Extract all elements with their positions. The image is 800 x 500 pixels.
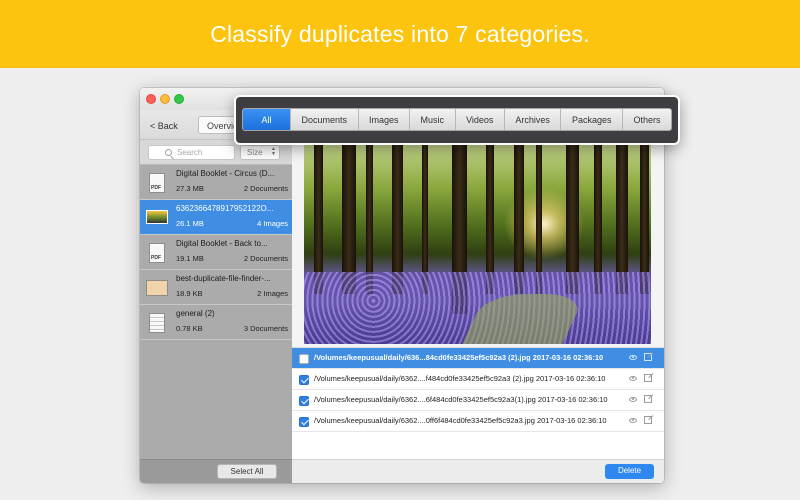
category-segmented-control: All Documents Images Music Videos Archiv… — [242, 108, 672, 131]
search-field[interactable] — [148, 145, 235, 160]
row-checkbox[interactable] — [299, 396, 309, 406]
list-item[interactable]: 6362366478917952122O... 26.1 MB 4 Images — [140, 200, 292, 235]
sort-select-label: Size — [247, 148, 263, 157]
list-item[interactable]: Digital Booklet - Back to... 19.1 MB 2 D… — [140, 235, 292, 270]
preview-area — [292, 110, 664, 348]
open-external-icon[interactable] — [644, 374, 652, 382]
tab-documents[interactable]: Documents — [291, 109, 359, 130]
table-row[interactable]: /Volumes/keepusual/daily/6362....0ff6f48… — [292, 411, 664, 432]
item-size: 19.1 MB — [176, 254, 204, 263]
sidebar-footer: Select All — [140, 459, 292, 483]
open-external-icon[interactable] — [644, 395, 652, 403]
tab-images[interactable]: Images — [359, 109, 411, 130]
image-preview — [304, 144, 651, 344]
action-footer: Delete — [292, 459, 664, 483]
duplicate-file-list: /Volumes/keepusual/daily/636...84cd0fe33… — [292, 348, 664, 432]
file-path: /Volumes/keepusual/daily/6362....6f484cd… — [314, 395, 608, 404]
open-external-icon[interactable] — [644, 353, 652, 361]
item-name: best-duplicate-file-finder-... — [176, 274, 271, 283]
sort-select[interactable]: Size ▲ ▼ — [240, 145, 280, 160]
list-item[interactable]: Digital Booklet - Circus (D... 27.3 MB 2… — [140, 165, 292, 200]
search-input[interactable] — [177, 147, 233, 158]
tab-videos[interactable]: Videos — [456, 109, 505, 130]
item-count: 2 Images — [257, 289, 288, 298]
tab-music[interactable]: Music — [410, 109, 456, 130]
minimize-window-button[interactable] — [160, 94, 170, 104]
list-item[interactable]: best-duplicate-file-finder-... 18.9 KB 2… — [140, 270, 292, 305]
promo-banner: Classify duplicates into 7 categories. — [0, 0, 800, 68]
row-checkbox[interactable] — [299, 375, 309, 385]
table-row[interactable]: /Volumes/keepusual/daily/6362....6f484cd… — [292, 390, 664, 411]
duplicate-groups-sidebar: Size ▲▼ Digital Booklet - Circus (D... 2… — [140, 140, 292, 483]
close-window-button[interactable] — [146, 94, 156, 104]
document-icon — [149, 313, 165, 333]
file-path: /Volumes/keepusual/daily/6362....0ff6f48… — [314, 416, 607, 425]
open-external-icon[interactable] — [644, 416, 652, 424]
tab-archives[interactable]: Archives — [505, 109, 562, 130]
eye-icon[interactable] — [629, 355, 637, 360]
table-row[interactable]: /Volumes/keepusual/daily/636...84cd0fe33… — [292, 348, 664, 369]
item-name: Digital Booklet - Circus (D... — [176, 169, 275, 178]
item-name: general (2) — [176, 309, 215, 318]
eye-icon[interactable] — [629, 397, 637, 402]
item-count: 2 Documents — [243, 184, 288, 193]
tab-others[interactable]: Others — [623, 109, 671, 130]
file-path: /Volumes/keepusual/daily/636...84cd0fe33… — [314, 353, 604, 362]
preview-pane: /Volumes/keepusual/daily/636...84cd0fe33… — [292, 110, 664, 483]
select-all-button[interactable]: Select All — [217, 464, 277, 479]
eye-icon[interactable] — [629, 376, 637, 381]
item-count: 3 Documents — [243, 324, 288, 333]
table-row[interactable]: /Volumes/keepusual/daily/6362....f484cd0… — [292, 369, 664, 390]
item-size: 26.1 MB — [176, 219, 204, 228]
item-name: 6362366478917952122O... — [176, 204, 274, 213]
pdf-icon — [149, 243, 165, 263]
tab-all[interactable]: All — [243, 109, 291, 130]
zoom-window-button[interactable] — [174, 94, 184, 104]
item-name: Digital Booklet - Back to... — [176, 239, 268, 248]
item-count: 4 Images — [257, 219, 288, 228]
png-icon — [146, 280, 168, 296]
item-size: 27.3 MB — [176, 184, 204, 193]
pdf-icon — [149, 173, 165, 193]
delete-button[interactable]: Delete — [605, 464, 654, 479]
banner-title: Classify duplicates into 7 categories. — [210, 20, 590, 47]
back-button[interactable]: < Back — [150, 121, 178, 131]
item-size: 0.78 KB — [176, 324, 203, 333]
app-window: < Back Overview Size ▲▼ Digital Booklet … — [140, 88, 664, 483]
eye-icon[interactable] — [629, 418, 637, 423]
category-bar: All Documents Images Music Videos Archiv… — [234, 95, 680, 145]
item-count: 2 Documents — [243, 254, 288, 263]
file-path: /Volumes/keepusual/daily/6362....f484cd0… — [314, 374, 606, 383]
image-thumbnail-icon — [146, 210, 168, 224]
row-checkbox[interactable] — [299, 417, 309, 427]
sort-arrows-icon: ▲ ▼ — [271, 146, 276, 157]
tab-packages[interactable]: Packages — [561, 109, 623, 130]
row-checkbox[interactable] — [299, 354, 309, 364]
item-size: 18.9 KB — [176, 289, 203, 298]
search-icon — [165, 149, 172, 156]
list-item[interactable]: general (2) 0.78 KB 3 Documents — [140, 305, 292, 340]
